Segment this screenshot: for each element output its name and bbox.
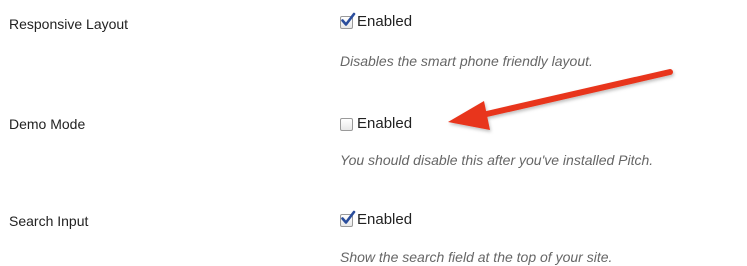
demo-mode-option[interactable]: Enabled — [340, 115, 412, 133]
responsive-layout-description: Disables the smart phone friendly layout… — [340, 53, 593, 69]
search-input-enabled-label[interactable]: Enabled — [357, 211, 412, 229]
responsive-layout-checkbox[interactable] — [340, 12, 356, 29]
demo-mode-description: You should disable this after you've ins… — [340, 152, 654, 168]
search-input-description: Show the search field at the top of your… — [340, 249, 613, 265]
demo-mode-checkbox[interactable] — [340, 117, 353, 131]
responsive-layout-option[interactable]: Enabled — [340, 12, 412, 31]
setting-label-responsive-layout: Responsive Layout — [9, 16, 129, 32]
search-input-option[interactable]: Enabled — [340, 210, 412, 229]
checkmark-icon — [341, 12, 356, 26]
responsive-layout-enabled-label[interactable]: Enabled — [357, 13, 412, 31]
checkmark-icon — [341, 210, 356, 224]
setting-label-demo-mode: Demo Mode — [9, 116, 86, 132]
setting-label-search-input: Search Input — [9, 213, 89, 229]
search-input-checkbox[interactable] — [340, 210, 356, 227]
demo-mode-enabled-label[interactable]: Enabled — [357, 115, 412, 133]
